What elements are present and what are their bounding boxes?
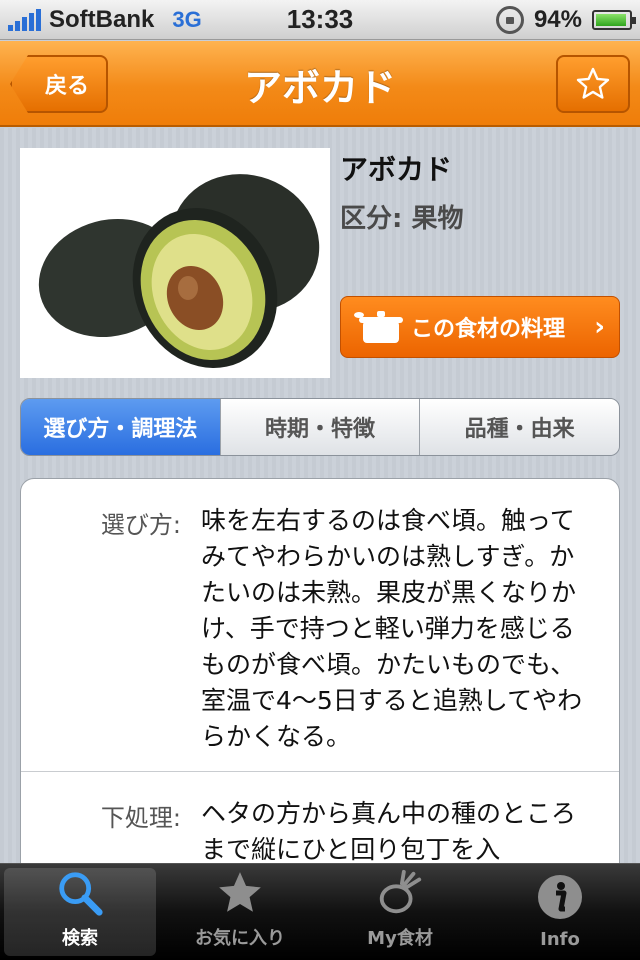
detail-row: 選び方: 味を左右するのは食べ頃。触ってみてやわらかいのは熟しすぎ。かたいのは未…: [21, 479, 619, 771]
food-name: アボカド: [340, 153, 453, 186]
avocado-image: [20, 148, 330, 378]
tab-bar: 検索 お気に入り My食材 Info: [0, 863, 640, 960]
details-card: 選び方: 味を左右するのは食べ頃。触ってみてやわらかいのは熟しすぎ。かたいのは未…: [20, 478, 620, 863]
detail-label: 選び方:: [100, 511, 181, 539]
navigation-bar: 戻る アボカド: [0, 41, 640, 127]
page-title: アボカド: [243, 65, 396, 110]
tab-search[interactable]: 検索: [4, 868, 156, 956]
segment-variety-origin[interactable]: 品種・由来: [419, 399, 619, 455]
signal-strength-icon: [8, 8, 41, 31]
segmented-control: 選び方・調理法 時期・特徴 品種・由来: [20, 398, 620, 456]
tab-label: お気に入り: [195, 928, 285, 949]
tab-label: Info: [540, 929, 580, 950]
info-icon: [538, 875, 582, 919]
battery-icon: [592, 9, 636, 30]
recipes-button-label: この食材の料理: [411, 317, 566, 342]
vegetable-icon: [379, 869, 422, 914]
content-area[interactable]: アボカド 区分: 果物 この食材の料理 › 選び方・調理法 時期・特徴 品種・由…: [0, 128, 640, 863]
cooking-pot-icon: [354, 311, 403, 343]
favorite-button[interactable]: [556, 55, 630, 113]
detail-row: 下処理: ヘタの方から真ん中の種のところまで縦にひと回り包丁を入: [21, 771, 619, 863]
star-outline-icon: [576, 67, 610, 99]
back-button[interactable]: 戻る: [10, 55, 108, 113]
chevron-right-icon: ›: [594, 312, 605, 342]
rotation-lock-icon: [495, 5, 524, 34]
star-icon: [219, 872, 261, 912]
status-bar: SoftBank 3G 13:33 94%: [0, 0, 640, 40]
tab-label: 検索: [62, 928, 98, 949]
food-category: 区分: 果物: [340, 204, 464, 234]
magnifier-icon: [59, 872, 103, 916]
tab-label: My食材: [367, 928, 433, 949]
food-photo: [20, 148, 330, 378]
detail-text: ヘタの方から真ん中の種のところまで縦にひと回り包丁を入: [201, 799, 577, 863]
network-type: 3G: [172, 6, 202, 32]
recipes-button[interactable]: この食材の料理 ›: [340, 296, 620, 358]
battery-percent: 94%: [533, 5, 582, 33]
detail-text: 味を左右するのは食べ頃。触ってみてやわらかいのは熟しすぎ。かたいのは未熟。果皮が…: [201, 506, 583, 751]
carrier-name: SoftBank: [49, 5, 155, 33]
tab-info[interactable]: Info: [484, 868, 636, 956]
detail-label: 下処理:: [100, 804, 181, 832]
segment-season-features[interactable]: 時期・特徴: [219, 399, 420, 455]
segment-selection-cooking[interactable]: 選び方・調理法: [21, 399, 220, 455]
tab-my-ingredients[interactable]: My食材: [324, 868, 476, 956]
tab-favorites[interactable]: お気に入り: [164, 868, 316, 956]
